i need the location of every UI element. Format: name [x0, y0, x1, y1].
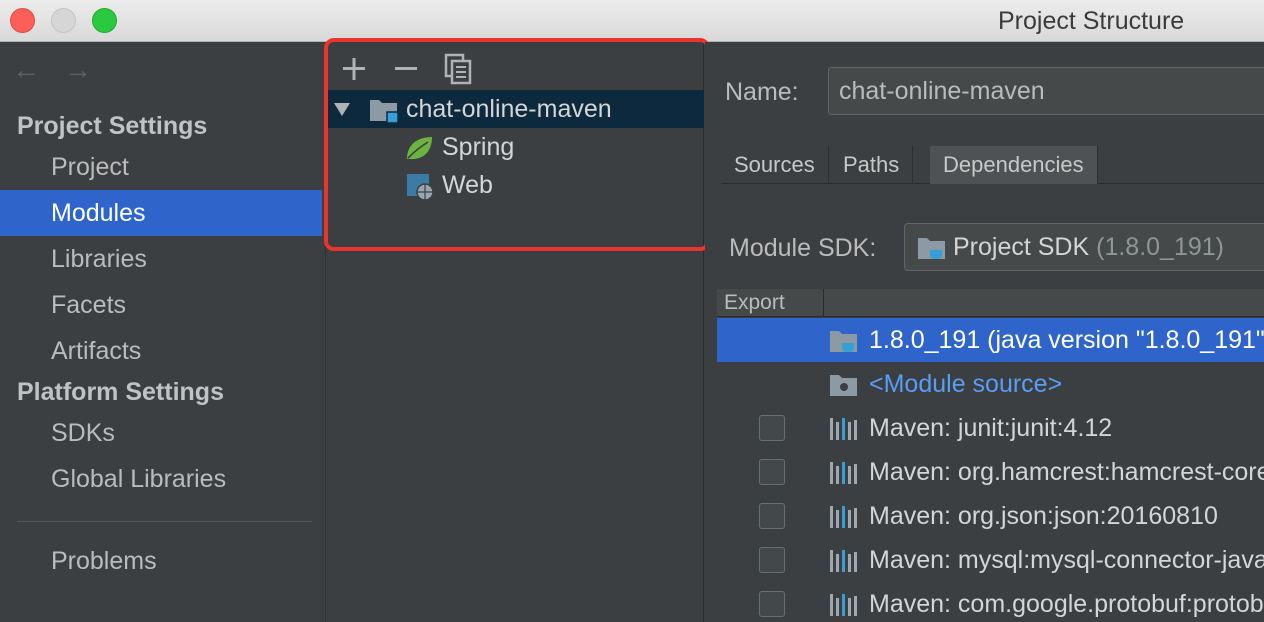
- library-icon: [830, 462, 857, 484]
- module-sdk-label: Module SDK:: [729, 234, 877, 262]
- dependency-row[interactable]: Maven: junit:junit:4.12: [717, 406, 1264, 450]
- sidebar-item-project[interactable]: Project: [0, 144, 322, 190]
- expand-triangle-icon[interactable]: [333, 101, 351, 117]
- dependency-row[interactable]: Maven: org.hamcrest:hamcrest-core:1.3: [717, 450, 1264, 494]
- add-button[interactable]: [337, 52, 371, 86]
- dependency-text: Maven: org.hamcrest:hamcrest-core:1.3: [869, 458, 1264, 486]
- export-checkbox[interactable]: [759, 459, 785, 485]
- dependency-text: Maven: junit:junit:4.12: [869, 414, 1113, 442]
- add-icon: [343, 58, 365, 80]
- module-folder-icon: [370, 100, 399, 124]
- platform-settings-header: Platform Settings: [17, 378, 224, 406]
- project-structure-window: Project Structure ← → Project Settings P…: [0, 0, 1264, 622]
- dependencies-table: Export 1.8.0_191 (java version "1.8.0_19…: [717, 289, 1264, 622]
- tree-item-label: Spring: [442, 133, 515, 161]
- remove-icon: [395, 67, 417, 70]
- module-tree-panel: chat-online-maven Spring Web: [327, 42, 704, 622]
- module-source-icon: [830, 375, 857, 396]
- minimize-window-button[interactable]: [51, 8, 76, 33]
- module-details-panel: Name: chat-online-maven Sources Paths De…: [705, 42, 1264, 622]
- name-label: Name:: [725, 78, 799, 106]
- dependencies-table-header: Export: [717, 289, 1264, 317]
- sidebar-item-facets[interactable]: Facets: [0, 282, 322, 328]
- tree-item-module[interactable]: chat-online-maven: [327, 90, 704, 128]
- jdk-folder-icon: [830, 331, 857, 352]
- dependency-text: Maven: mysql:mysql-connector-java: [869, 546, 1264, 574]
- remove-button[interactable]: [389, 52, 423, 86]
- module-tabs: Sources Paths Dependencies: [721, 146, 1264, 184]
- export-column-header[interactable]: Export: [724, 289, 824, 317]
- tree-item-label: chat-online-maven: [406, 95, 612, 123]
- tab-dependencies[interactable]: Dependencies: [930, 146, 1098, 184]
- sdk-value: Project SDK: [953, 233, 1090, 261]
- sidebar-item-modules[interactable]: Modules: [0, 190, 322, 236]
- dependency-text[interactable]: <Module source>: [869, 362, 1062, 406]
- export-header-label: Export: [724, 291, 785, 314]
- dependency-row[interactable]: Maven: mysql:mysql-connector-java: [717, 538, 1264, 582]
- sdk-version: (1.8.0_191): [1096, 233, 1224, 261]
- name-field[interactable]: chat-online-maven: [828, 67, 1264, 115]
- library-icon: [830, 418, 857, 440]
- tree-item-web[interactable]: Web: [327, 166, 704, 204]
- library-icon: [830, 506, 857, 528]
- dependency-text: 1.8.0_191 (java version "1.8.0_191"): [869, 326, 1264, 354]
- sidebar: ← → Project Settings Project Modules Lib…: [0, 42, 326, 622]
- copy-button[interactable]: [441, 52, 475, 86]
- forward-arrow-icon[interactable]: →: [64, 54, 92, 86]
- sidebar-divider: [17, 521, 312, 522]
- tab-paths[interactable]: Paths: [830, 146, 914, 184]
- library-icon: [830, 594, 857, 616]
- sidebar-item-artifacts[interactable]: Artifacts: [0, 328, 322, 374]
- web-icon: [407, 174, 434, 201]
- copy-icon: [444, 53, 472, 85]
- dependency-row[interactable]: Maven: org.json:json:20160810: [717, 494, 1264, 538]
- dependency-row-jdk[interactable]: 1.8.0_191 (java version "1.8.0_191"): [717, 318, 1264, 362]
- maximize-window-button[interactable]: [92, 8, 117, 33]
- dependency-row-module-source[interactable]: <Module source>: [717, 362, 1264, 406]
- sidebar-item-libraries[interactable]: Libraries: [0, 236, 322, 282]
- back-arrow-icon[interactable]: ←: [12, 54, 40, 86]
- dependency-text: Maven: org.json:json:20160810: [869, 502, 1218, 530]
- module-sdk-select[interactable]: Project SDK (1.8.0_191): [904, 223, 1264, 271]
- sidebar-item-sdks[interactable]: SDKs: [0, 410, 322, 456]
- export-checkbox[interactable]: [759, 591, 785, 617]
- close-window-button[interactable]: [10, 8, 35, 33]
- sidebar-item-global-libraries[interactable]: Global Libraries: [0, 456, 322, 502]
- project-settings-header: Project Settings: [17, 112, 208, 140]
- export-checkbox[interactable]: [759, 503, 785, 529]
- tree-item-spring[interactable]: Spring: [327, 128, 704, 166]
- tab-sources[interactable]: Sources: [721, 146, 829, 184]
- sidebar-item-problems[interactable]: Problems: [0, 538, 322, 584]
- title-bar: Project Structure: [0, 0, 1264, 42]
- export-checkbox[interactable]: [759, 415, 785, 441]
- window-title: Project Structure: [998, 7, 1185, 35]
- dependency-row[interactable]: Maven: com.google.protobuf:protobuf-java: [717, 582, 1264, 622]
- export-checkbox[interactable]: [759, 547, 785, 573]
- spring-leaf-icon: [407, 137, 432, 160]
- dependency-text: Maven: com.google.protobuf:protobuf-java: [869, 590, 1264, 618]
- jdk-folder-icon: [918, 238, 945, 259]
- tree-item-label: Web: [442, 171, 493, 199]
- library-icon: [830, 550, 857, 572]
